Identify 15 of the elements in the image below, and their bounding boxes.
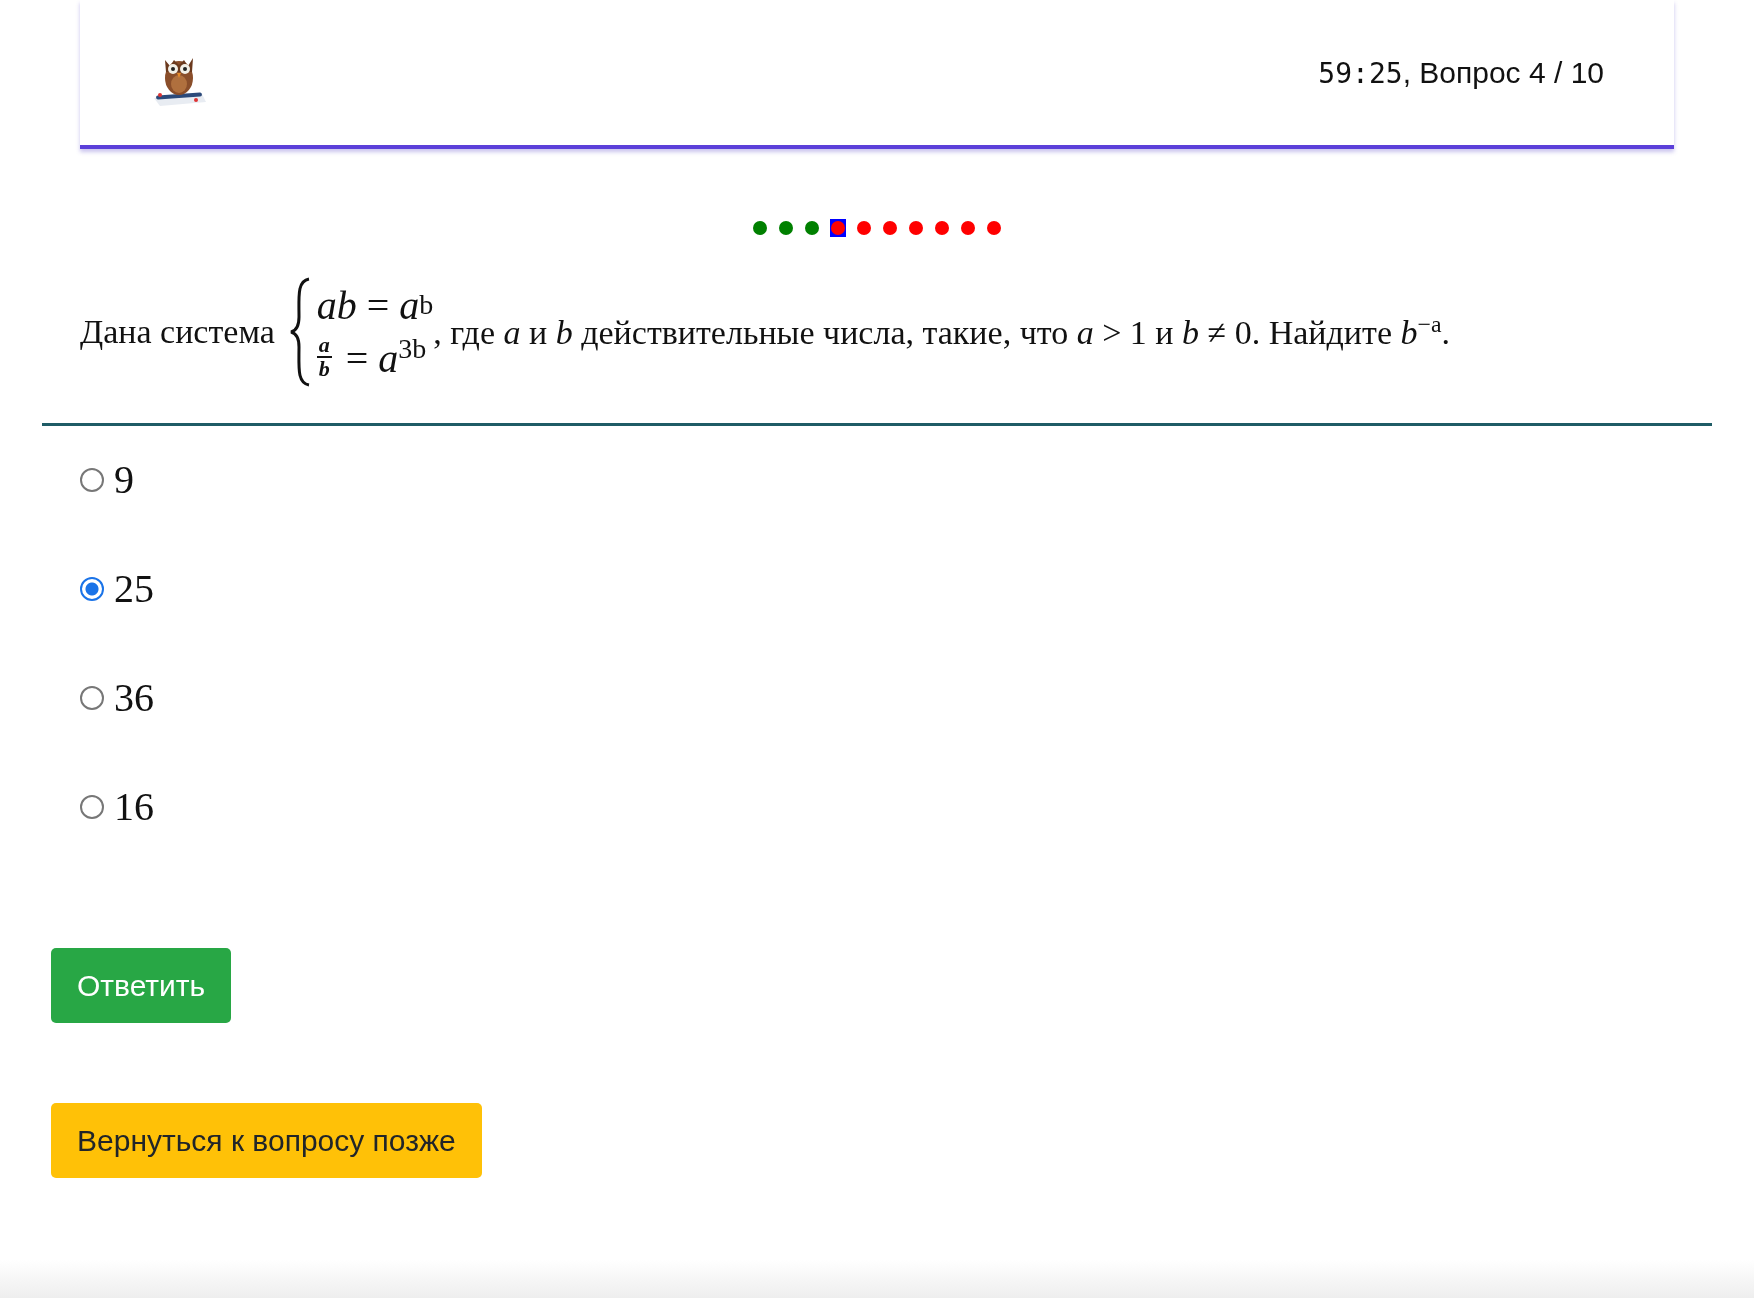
question-counter: , Вопрос 4 / 10: [1402, 55, 1604, 90]
brace-icon: [288, 277, 311, 387]
radio-button[interactable]: [80, 467, 104, 492]
radio-button[interactable]: [80, 576, 104, 601]
timer: 59:25: [1318, 56, 1403, 90]
answer-option[interactable]: 25: [114, 565, 154, 612]
question-text: , где a и b действительные числа, такие, что a > 1 и b ≠ 0. Найдите b$^{−a}$.: [433, 311, 1450, 353]
answer-option[interactable]: 16: [114, 783, 154, 830]
radio-button[interactable]: [80, 685, 104, 710]
radio-button[interactable]: [80, 794, 104, 819]
postpone-button[interactable]: Вернуться к вопросу позже: [51, 1103, 482, 1178]
equation: ab = a$^{b}$: [316, 281, 434, 329]
question-text: Дана система: [80, 313, 275, 351]
answer-option[interactable]: 36: [114, 674, 154, 721]
answer-option[interactable]: 9: [114, 456, 134, 503]
